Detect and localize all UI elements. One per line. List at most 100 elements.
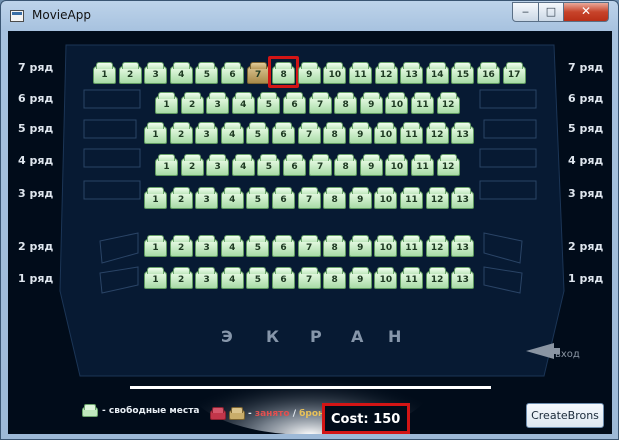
seat-number: 2 [177, 195, 185, 205]
seat[interactable]: 9 [348, 235, 372, 257]
seat[interactable]: 3 [195, 235, 219, 257]
create-brons-button[interactable]: CreateBrons [526, 403, 604, 428]
seat[interactable]: 5 [246, 235, 270, 257]
seat[interactable]: 1 [155, 92, 178, 114]
seat[interactable]: 11 [400, 187, 423, 209]
seat-number: 6 [280, 195, 287, 205]
seat[interactable]: 12 [436, 154, 460, 176]
seat[interactable]: 9 [348, 187, 372, 209]
seat[interactable]: 12 [425, 235, 449, 257]
seat[interactable]: 12 [374, 62, 398, 84]
seat[interactable]: 4 [231, 154, 255, 176]
seat[interactable]: 10 [374, 187, 398, 209]
seat[interactable]: 13 [451, 187, 475, 209]
close-button[interactable]: ✕ [563, 2, 609, 22]
seat[interactable]: 9 [297, 62, 321, 84]
seat[interactable]: 8 [334, 92, 358, 114]
seat[interactable]: 7 [297, 187, 321, 209]
seat[interactable]: 6 [272, 187, 295, 209]
seat[interactable]: 13 [451, 235, 475, 257]
seat[interactable]: 2 [180, 92, 204, 114]
seat[interactable]: 1 [155, 154, 178, 176]
seat[interactable]: 12 [425, 122, 449, 144]
seat[interactable]: 12 [436, 92, 460, 114]
seat[interactable]: 1 [144, 235, 167, 257]
seat[interactable]: 6 [272, 235, 295, 257]
seat[interactable]: 8 [334, 154, 358, 176]
seat[interactable]: 1 [144, 267, 167, 289]
seat[interactable]: 3 [206, 154, 230, 176]
seat[interactable]: 7 [297, 267, 321, 289]
seat[interactable]: 11 [349, 62, 372, 84]
seat[interactable]: 5 [246, 187, 270, 209]
booked-seat[interactable]: 7 [246, 62, 270, 84]
seat[interactable]: 5 [246, 122, 270, 144]
seat[interactable]: 5 [246, 267, 270, 289]
seat[interactable]: 3 [195, 122, 219, 144]
seat[interactable]: 16 [477, 62, 500, 84]
seat[interactable]: 4 [220, 235, 244, 257]
seat[interactable]: 7 [308, 154, 332, 176]
seat[interactable]: 7 [297, 122, 321, 144]
minimize-button[interactable]: ‒ [512, 2, 539, 22]
cost-label: Cost: [331, 412, 369, 427]
seat[interactable]: 4 [220, 122, 244, 144]
seat[interactable]: 14 [425, 62, 449, 84]
seat[interactable]: 17 [502, 62, 526, 84]
seat[interactable]: 7 [308, 92, 332, 114]
seat[interactable]: 10 [374, 267, 398, 289]
seat[interactable]: 9 [359, 92, 383, 114]
seat[interactable]: 11 [400, 267, 423, 289]
seat[interactable]: 9 [348, 267, 372, 289]
seat[interactable]: 15 [451, 62, 475, 84]
maximize-button[interactable]: □ [538, 2, 564, 22]
seat[interactable]: 10 [385, 154, 409, 176]
seat[interactable]: 4 [220, 267, 244, 289]
seat[interactable]: 1 [144, 187, 167, 209]
seat[interactable]: 6 [283, 92, 306, 114]
seat[interactable]: 8 [323, 122, 347, 144]
seat-number: 12 [379, 70, 393, 80]
seat[interactable]: 6 [272, 267, 295, 289]
seat[interactable]: 5 [195, 62, 219, 84]
seat[interactable]: 2 [169, 122, 193, 144]
seat[interactable]: 10 [374, 122, 398, 144]
seat[interactable]: 4 [231, 92, 255, 114]
seat[interactable]: 6 [221, 62, 244, 84]
seat[interactable]: 11 [400, 122, 423, 144]
seat[interactable]: 2 [118, 62, 142, 84]
seat[interactable]: 3 [195, 187, 219, 209]
seat[interactable]: 2 [169, 235, 193, 257]
seat[interactable]: 10 [385, 92, 409, 114]
seat[interactable]: 8 [323, 187, 347, 209]
seat[interactable]: 5 [257, 92, 281, 114]
seat[interactable]: 8 [323, 235, 347, 257]
seat[interactable]: 8 [323, 267, 347, 289]
seat[interactable]: 4 [220, 187, 244, 209]
seat[interactable]: 11 [411, 92, 434, 114]
seat[interactable]: 12 [425, 187, 449, 209]
seat[interactable]: 12 [425, 267, 449, 289]
seat[interactable]: 3 [144, 62, 168, 84]
seat[interactable]: 1 [144, 122, 167, 144]
seat[interactable]: 13 [400, 62, 424, 84]
seat[interactable]: 1 [93, 62, 116, 84]
seat[interactable]: 10 [323, 62, 347, 84]
seat[interactable]: 11 [411, 154, 434, 176]
seat[interactable]: 11 [400, 235, 423, 257]
seat[interactable]: 7 [297, 235, 321, 257]
seat[interactable]: 2 [169, 187, 193, 209]
seat[interactable]: 9 [359, 154, 383, 176]
seat[interactable]: 2 [180, 154, 204, 176]
seat[interactable]: 4 [169, 62, 193, 84]
seat[interactable]: 5 [257, 154, 281, 176]
seat[interactable]: 3 [206, 92, 230, 114]
seat[interactable]: 6 [272, 122, 295, 144]
seat[interactable]: 13 [451, 122, 475, 144]
seat[interactable]: 3 [195, 267, 219, 289]
seat[interactable]: 13 [451, 267, 475, 289]
seat[interactable]: 9 [348, 122, 372, 144]
seat[interactable]: 2 [169, 267, 193, 289]
seat[interactable]: 10 [374, 235, 398, 257]
seat[interactable]: 6 [283, 154, 306, 176]
